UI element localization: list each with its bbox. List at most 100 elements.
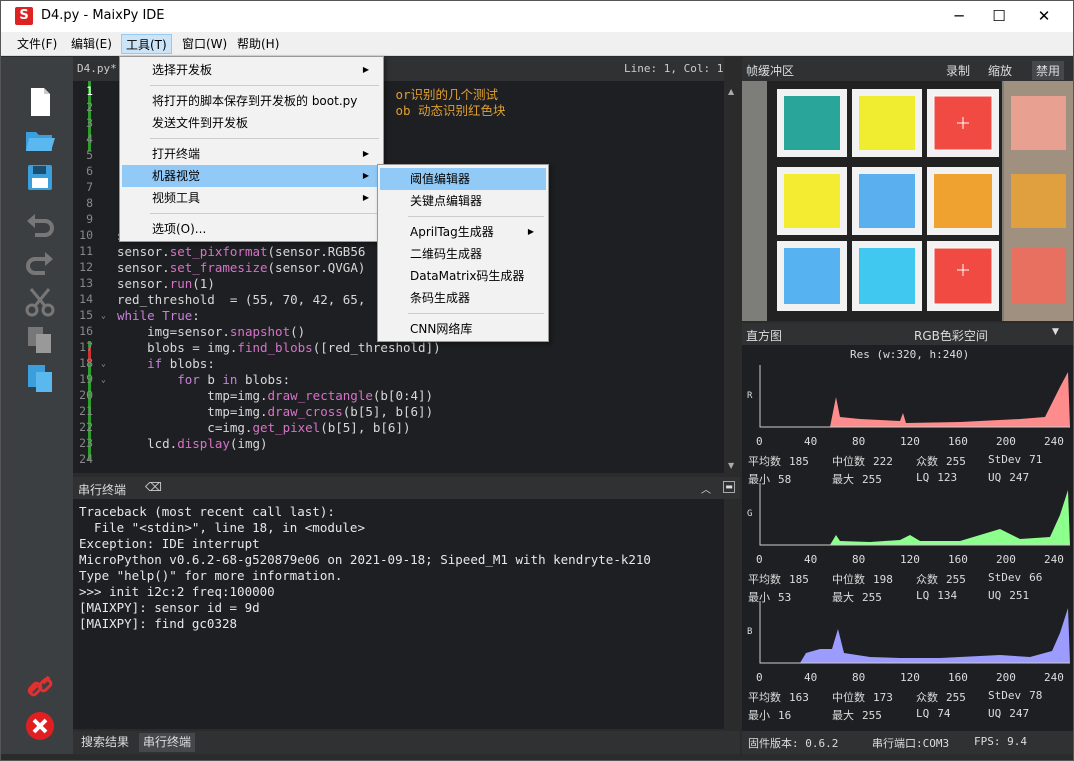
collapse-icon[interactable]: ︿ xyxy=(701,481,711,496)
menu-file[interactable]: 文件(F) xyxy=(13,34,61,54)
zoom-button[interactable]: 缩放 xyxy=(988,62,1012,79)
stat-label: 中位数 xyxy=(832,455,865,468)
tab-search-results[interactable]: 搜索结果 xyxy=(77,733,133,752)
line-number: 23 xyxy=(79,436,93,450)
code-line: tmp=img.draw_cross(b[5], b[6]) xyxy=(117,404,434,419)
line-number: 20 xyxy=(79,388,93,402)
menu-window[interactable]: 窗口(W) xyxy=(178,34,231,54)
stat-label: 平均数 xyxy=(748,691,781,704)
menu-item-send-file[interactable]: 发送文件到开发板 xyxy=(122,112,381,134)
stat-item: UQ 247 xyxy=(988,707,1029,720)
colorspace-select[interactable]: RGB色彩空间 xyxy=(914,327,988,344)
terminal-output[interactable]: Traceback (most recent call last): File … xyxy=(73,499,724,729)
x-tick-label: 240 xyxy=(1044,435,1064,448)
x-tick-label: 0 xyxy=(756,553,763,566)
editor-scrollbar[interactable]: ▲ ▼ xyxy=(724,81,740,473)
menu-item-datamatrix[interactable]: DataMatrix码生成器 xyxy=(380,265,546,287)
framebuffer-title: 帧缓冲区 xyxy=(746,64,795,78)
line-number: 11 xyxy=(79,244,93,258)
x-tick-label: 240 xyxy=(1044,553,1064,566)
fold-icon[interactable]: ⌄ xyxy=(101,311,106,320)
new-file-icon[interactable] xyxy=(23,85,57,119)
fold-icon[interactable]: ⌄ xyxy=(101,359,106,368)
code-line: lcd.display(img) xyxy=(117,436,268,451)
menu-item-open-terminal[interactable]: 打开终端 ▶ xyxy=(122,143,381,165)
fold-icon[interactable]: ⌄ xyxy=(101,375,106,384)
paste-icon[interactable] xyxy=(23,361,57,395)
line-number: 17 xyxy=(79,340,93,354)
tools-menu: 选择开发板 ▶ 将打开的脚本保存到开发板的 boot.py 发送文件到开发板 打开… xyxy=(119,56,384,242)
submenu-arrow-icon: ▶ xyxy=(362,65,369,74)
menu-item-options[interactable]: 选项(O)... xyxy=(122,218,381,240)
stat-value: 16 xyxy=(778,709,792,722)
copy-icon[interactable] xyxy=(23,323,57,357)
code-line: for b in blobs: xyxy=(177,372,291,387)
left-toolbar xyxy=(1,57,73,754)
x-tick-label: 240 xyxy=(1044,671,1064,684)
clear-terminal-icon[interactable]: ⌫ xyxy=(145,480,162,494)
stat-value: 66 xyxy=(1029,571,1043,584)
stat-label: 中位数 xyxy=(832,691,865,704)
panel-menu-icon[interactable]: ▬ xyxy=(723,481,735,493)
stat-value: 255 xyxy=(946,573,966,586)
line-number: 16 xyxy=(79,324,93,338)
disconnect-icon[interactable] xyxy=(23,671,57,705)
redo-icon[interactable] xyxy=(23,247,57,281)
stat-value: 78 xyxy=(1029,689,1043,702)
submenu-arrow-icon: ▶ xyxy=(362,149,369,158)
maximize-button[interactable]: ☐ xyxy=(976,1,1022,32)
stat-value: 173 xyxy=(873,691,893,704)
menu-item-cnn-library[interactable]: CNN网络库 xyxy=(380,318,546,340)
stat-label: 平均数 xyxy=(748,573,781,586)
line-number: 22 xyxy=(79,420,93,434)
cut-icon[interactable] xyxy=(23,285,57,319)
stat-label: 平均数 xyxy=(748,455,781,468)
histogram-chart xyxy=(759,365,1070,428)
stat-value: 222 xyxy=(873,455,893,468)
stat-label: 众数 xyxy=(916,455,938,468)
menu-item-save-boot[interactable]: 将打开的脚本保存到开发板的 boot.py xyxy=(122,90,381,112)
menu-item-keypoint-editor[interactable]: 关键点编辑器 xyxy=(380,190,546,212)
stat-label: UQ xyxy=(988,707,1002,720)
serial-port-label: 串行端口: xyxy=(872,737,923,750)
ide-window: S D4.py - MaixPy IDE ─ ☐ ✕ 文件(F) 编辑(E) 工… xyxy=(0,0,1074,761)
line-number: 21 xyxy=(79,404,93,418)
stat-label: StDev xyxy=(988,571,1022,584)
menu-tools[interactable]: 工具(T) xyxy=(121,34,172,54)
stat-label: StDev xyxy=(988,689,1022,702)
stat-value: 163 xyxy=(789,691,809,704)
channel-axis-label: G xyxy=(747,509,753,519)
menu-item-video-tools[interactable]: 视频工具 ▶ xyxy=(122,187,381,209)
menu-item-barcode[interactable]: 条码生成器 xyxy=(380,287,546,309)
stat-value: 185 xyxy=(789,455,809,468)
stat-item: 平均数 185 xyxy=(748,571,809,587)
code-line: blobs = img.find_blobs([red_threshold]) xyxy=(117,340,441,355)
x-tick-label: 80 xyxy=(852,435,866,448)
stop-icon[interactable] xyxy=(23,709,57,743)
stat-item: StDev 66 xyxy=(988,571,1042,584)
x-tick-label: 40 xyxy=(804,435,818,448)
menu-help[interactable]: 帮助(H) xyxy=(233,34,283,54)
menu-item-machine-vision[interactable]: 机器视觉 ▶ xyxy=(122,165,381,187)
menu-item-threshold-editor[interactable]: 阈值编辑器 xyxy=(380,168,546,190)
editor-file-tab[interactable]: D4.py* xyxy=(77,62,117,75)
menu-item-apriltag[interactable]: AprilTag生成器 ▶ xyxy=(380,221,546,243)
open-folder-icon[interactable] xyxy=(23,123,57,157)
menu-item-select-board[interactable]: 选择开发板 ▶ xyxy=(122,59,381,81)
disable-button[interactable]: 禁用 xyxy=(1032,61,1065,80)
menu-bar: 文件(F) 编辑(E) 工具(T) 窗口(W) 帮助(H) xyxy=(1,32,1073,56)
close-button[interactable]: ✕ xyxy=(1021,1,1067,32)
save-icon[interactable] xyxy=(23,161,57,195)
histogram-chart xyxy=(759,483,1070,546)
framebuffer-image xyxy=(742,81,1073,321)
submenu-arrow-icon: ▶ xyxy=(362,171,369,180)
channel-axis-label: R xyxy=(747,391,753,401)
record-button[interactable]: 录制 xyxy=(946,62,970,79)
serial-port: COM3 xyxy=(922,737,950,750)
stat-item: 平均数 163 xyxy=(748,689,809,705)
undo-icon[interactable] xyxy=(23,209,57,243)
menu-item-qrcode[interactable]: 二维码生成器 xyxy=(380,243,546,265)
tab-serial-terminal[interactable]: 串行终端 xyxy=(139,733,196,752)
menu-edit[interactable]: 编辑(E) xyxy=(67,34,116,54)
chevron-down-icon[interactable]: ▼ xyxy=(1052,327,1059,337)
